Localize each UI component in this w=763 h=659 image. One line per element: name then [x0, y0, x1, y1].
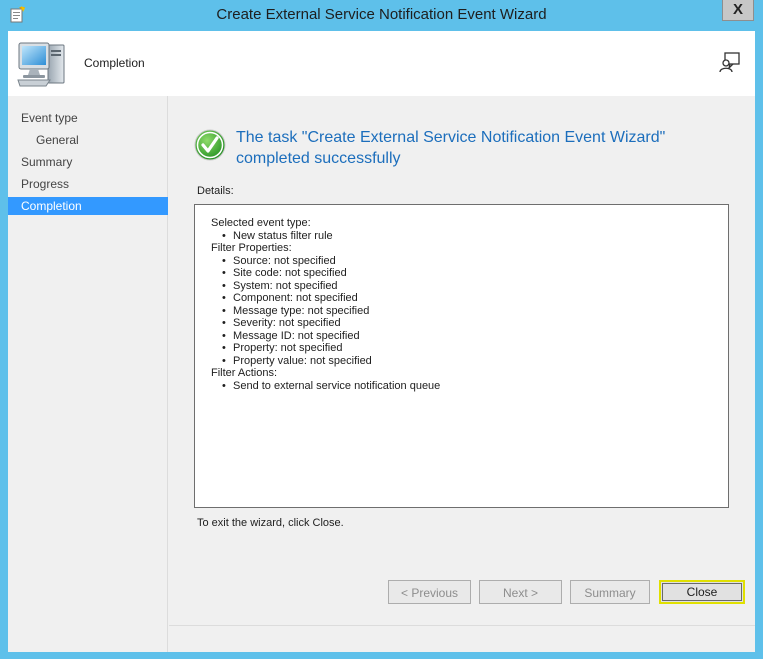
details-label: Details: [197, 185, 234, 197]
list-item: Severity: not specified [222, 317, 712, 330]
details-text-box[interactable]: Selected event type: New status filter r… [194, 204, 729, 508]
list-item: Message type: not specified [222, 305, 712, 318]
previous-button[interactable]: < Previous [388, 580, 471, 604]
success-message-line-1: The task "Create External Service Notifi… [236, 129, 666, 146]
footer-divider [169, 625, 755, 626]
wizard-header: Completion [8, 31, 755, 96]
close-button-label: Close [686, 585, 718, 599]
close-window-button[interactable]: X [722, 0, 754, 21]
wizard-client-area: Completion Event type General Summary Pr… [8, 31, 755, 652]
selected-event-type-heading: Selected event type: [211, 217, 311, 229]
sidebar-item-summary[interactable]: Summary [8, 153, 168, 171]
page-title: Completion [84, 56, 145, 70]
selected-event-type-list: New status filter rule [211, 230, 712, 243]
list-item: Component: not specified [222, 292, 712, 305]
list-item: Send to external service notification qu… [222, 380, 712, 393]
sidebar-item-event-type[interactable]: Event type [8, 109, 168, 127]
exit-instructions: To exit the wizard, click Close. [197, 517, 344, 529]
wizard-content: The task "Create External Service Notifi… [169, 96, 755, 652]
filter-actions-heading: Filter Actions: [211, 367, 278, 379]
sidebar-item-general[interactable]: General [8, 131, 168, 149]
filter-properties-heading: Filter Properties: [211, 242, 292, 254]
list-item: Property: not specified [222, 342, 712, 355]
list-item: New status filter rule [222, 230, 712, 243]
success-message-line-2: completed successfully [236, 150, 401, 167]
success-check-icon [194, 129, 226, 161]
computer-icon [17, 42, 65, 87]
title-bar[interactable]: Create External Service Notification Eve… [0, 0, 763, 31]
next-button[interactable]: Next > [479, 580, 562, 604]
list-item: Message ID: not specified [222, 330, 712, 343]
filter-actions-list: Send to external service notification qu… [211, 380, 712, 393]
sidebar-item-progress[interactable]: Progress [8, 175, 168, 193]
list-item: Property value: not specified [222, 355, 712, 368]
feedback-icon[interactable] [719, 51, 741, 73]
list-item: Site code: not specified [222, 267, 712, 280]
success-message: The task "Create External Service Notifi… [236, 127, 706, 169]
sidebar-item-completion[interactable]: Completion [8, 197, 168, 215]
filter-properties-list: Source: not specified Site code: not spe… [211, 255, 712, 368]
summary-button[interactable]: Summary [570, 580, 650, 604]
window-title: Create External Service Notification Eve… [216, 6, 547, 23]
close-button[interactable]: Close [659, 580, 745, 604]
list-item: Source: not specified [222, 255, 712, 268]
list-item: System: not specified [222, 280, 712, 293]
wizard-window: Create External Service Notification Eve… [0, 0, 763, 659]
wizard-steps-sidebar: Event type General Summary Progress Comp… [8, 96, 168, 652]
